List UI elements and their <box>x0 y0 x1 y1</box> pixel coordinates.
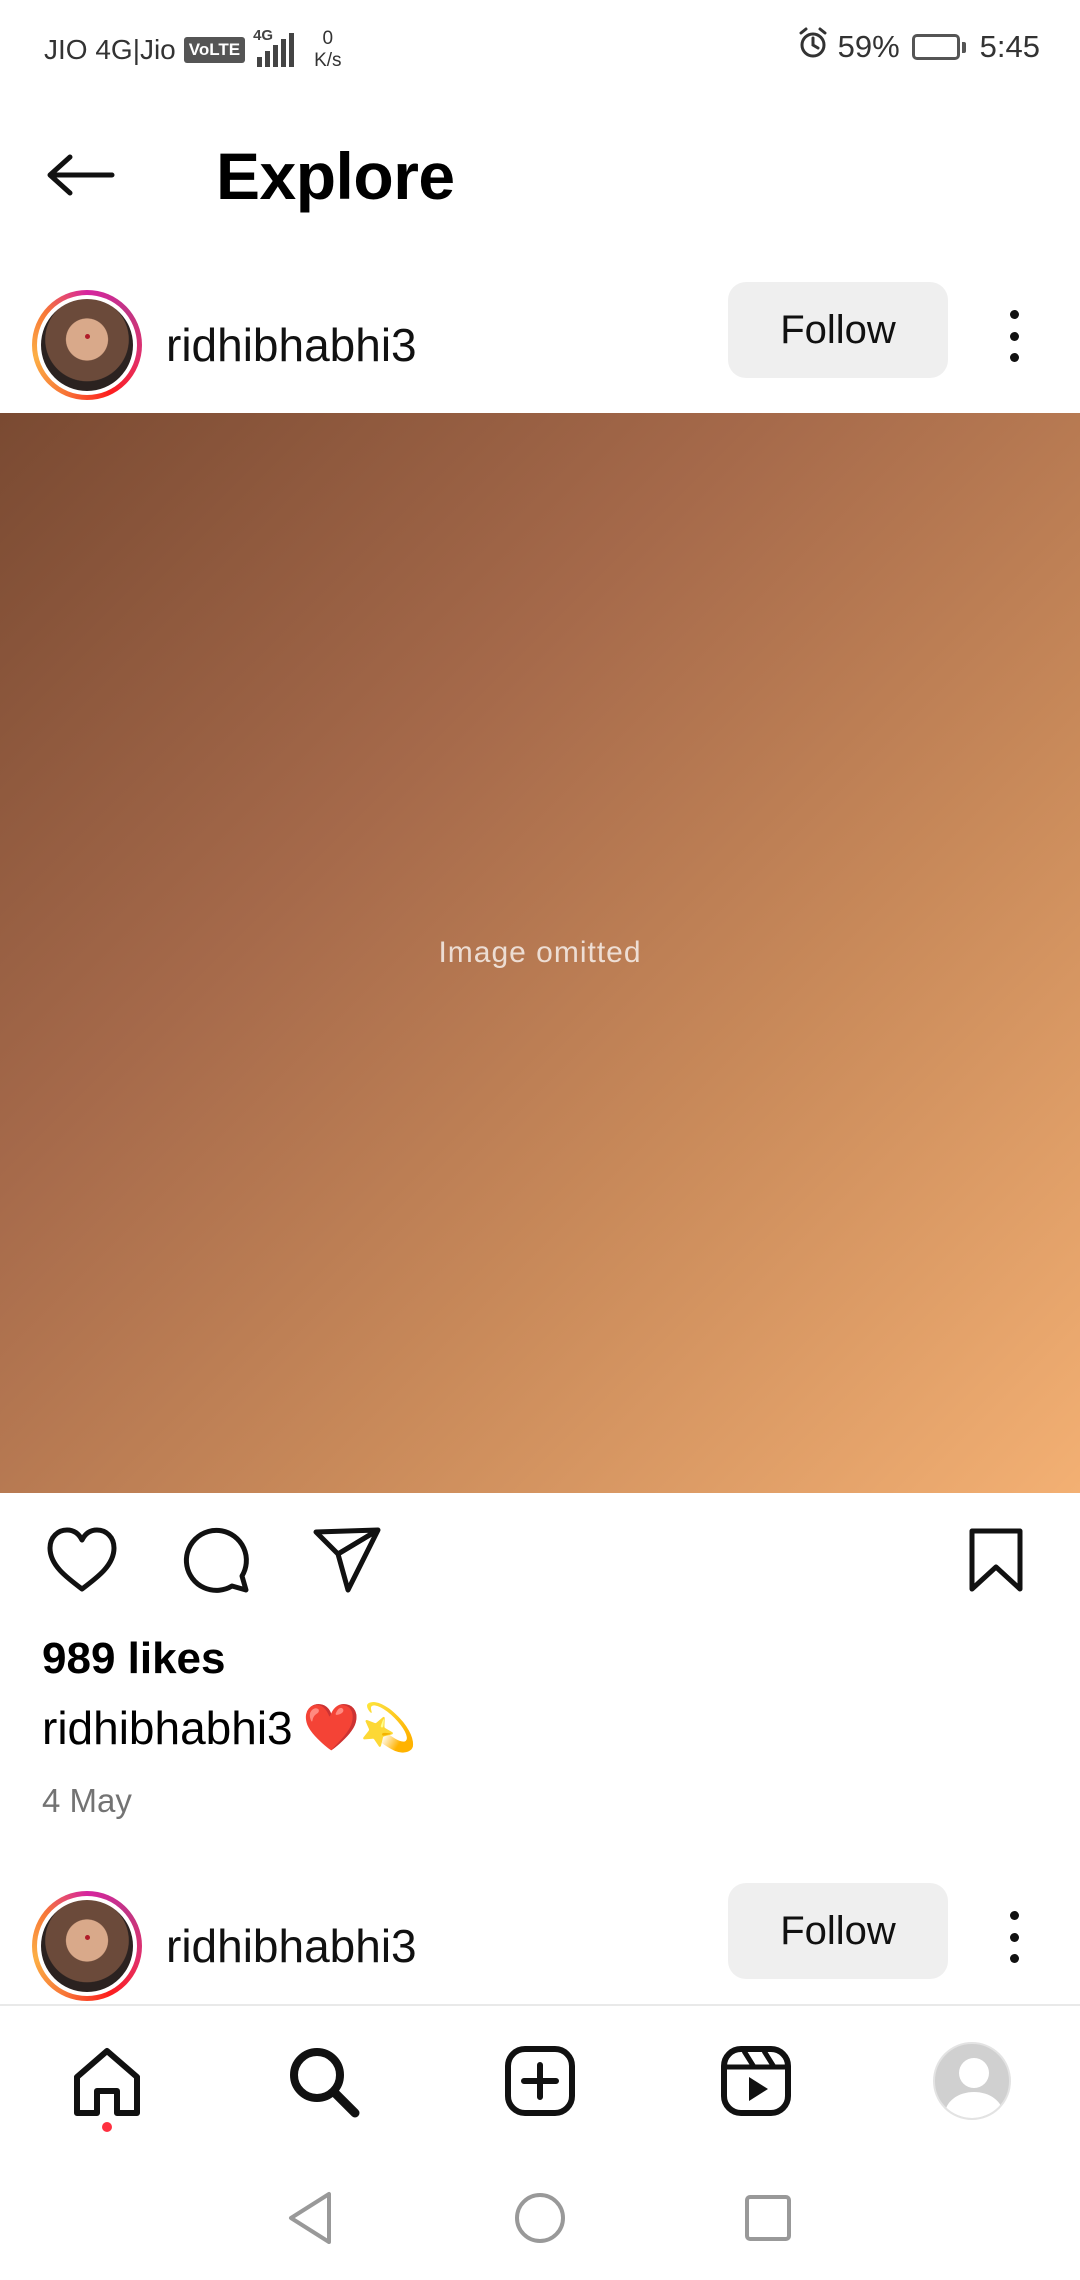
profile-nav[interactable] <box>927 2036 1017 2126</box>
more-options-icon[interactable] <box>994 1907 1034 1967</box>
post-actions <box>0 1520 1080 1600</box>
more-options-icon[interactable] <box>994 306 1034 366</box>
clock: 5:45 <box>979 29 1040 64</box>
app-header: Explore <box>0 110 1080 240</box>
follow-button[interactable]: Follow <box>728 282 948 378</box>
status-bar: JIO 4G|Jio VoLTE 4G 0 K/s 59% 5:45 <box>0 0 1080 92</box>
status-right: 59% 5:45 <box>796 26 1040 68</box>
post-image-note: Image omitted <box>438 936 642 969</box>
avatar-image <box>41 299 133 391</box>
network-speed: 0 K/s <box>314 28 341 72</box>
search-icon[interactable] <box>278 2036 368 2126</box>
bookmark-icon[interactable] <box>956 1520 1036 1600</box>
reels-icon[interactable] <box>711 2036 801 2126</box>
status-left: JIO 4G|Jio VoLTE 4G 0 K/s <box>44 27 342 72</box>
speed-unit: K/s <box>314 50 342 71</box>
network-type: 4G <box>253 27 274 44</box>
system-home-icon[interactable] <box>508 2186 572 2250</box>
post-username[interactable]: ridhibhabhi3 <box>166 1919 417 1973</box>
post-header: ridhibhabhi3 Follow <box>0 1883 1080 2003</box>
heart-icon[interactable] <box>42 1520 122 1600</box>
bottom-nav <box>0 2004 1080 2156</box>
page-title: Explore <box>216 139 455 213</box>
system-recents-icon[interactable] <box>736 2186 800 2250</box>
volte-badge: VoLTE <box>183 37 246 63</box>
post-date: 4 May <box>42 1782 132 1819</box>
likes-count[interactable]: 989 likes <box>42 1634 226 1684</box>
notification-dot <box>102 2122 112 2132</box>
back-arrow-icon[interactable] <box>40 140 120 210</box>
system-back-icon[interactable] <box>278 2186 342 2250</box>
post-caption: ridhibhabhi3 ❤️💫 <box>42 1700 417 1755</box>
battery-percent: 59% <box>837 29 900 64</box>
user-avatar[interactable] <box>32 290 142 400</box>
add-post-icon[interactable] <box>495 2036 585 2126</box>
user-avatar[interactable] <box>32 1891 142 2001</box>
home-icon[interactable] <box>62 2036 152 2126</box>
post-header: ridhibhabhi3 Follow <box>0 282 1080 402</box>
carrier-label: JIO 4G|Jio <box>44 34 176 65</box>
signal-icon: 4G <box>253 27 295 67</box>
post-username[interactable]: ridhibhabhi3 <box>166 318 417 372</box>
comment-icon[interactable] <box>176 1520 256 1600</box>
share-icon[interactable] <box>308 1520 388 1600</box>
profile-avatar <box>933 2042 1011 2120</box>
follow-button[interactable]: Follow <box>728 1883 948 1979</box>
avatar-image <box>41 1900 133 1992</box>
post-image[interactable]: Image omitted <box>0 413 1080 1493</box>
alarm-icon <box>796 26 830 68</box>
caption-emoji: ❤️💫 <box>302 1701 418 1753</box>
caption-username[interactable]: ridhibhabhi3 <box>42 1701 293 1755</box>
battery-icon <box>911 34 966 60</box>
system-nav-bar <box>0 2156 1080 2280</box>
speed-value: 0 <box>322 28 334 49</box>
